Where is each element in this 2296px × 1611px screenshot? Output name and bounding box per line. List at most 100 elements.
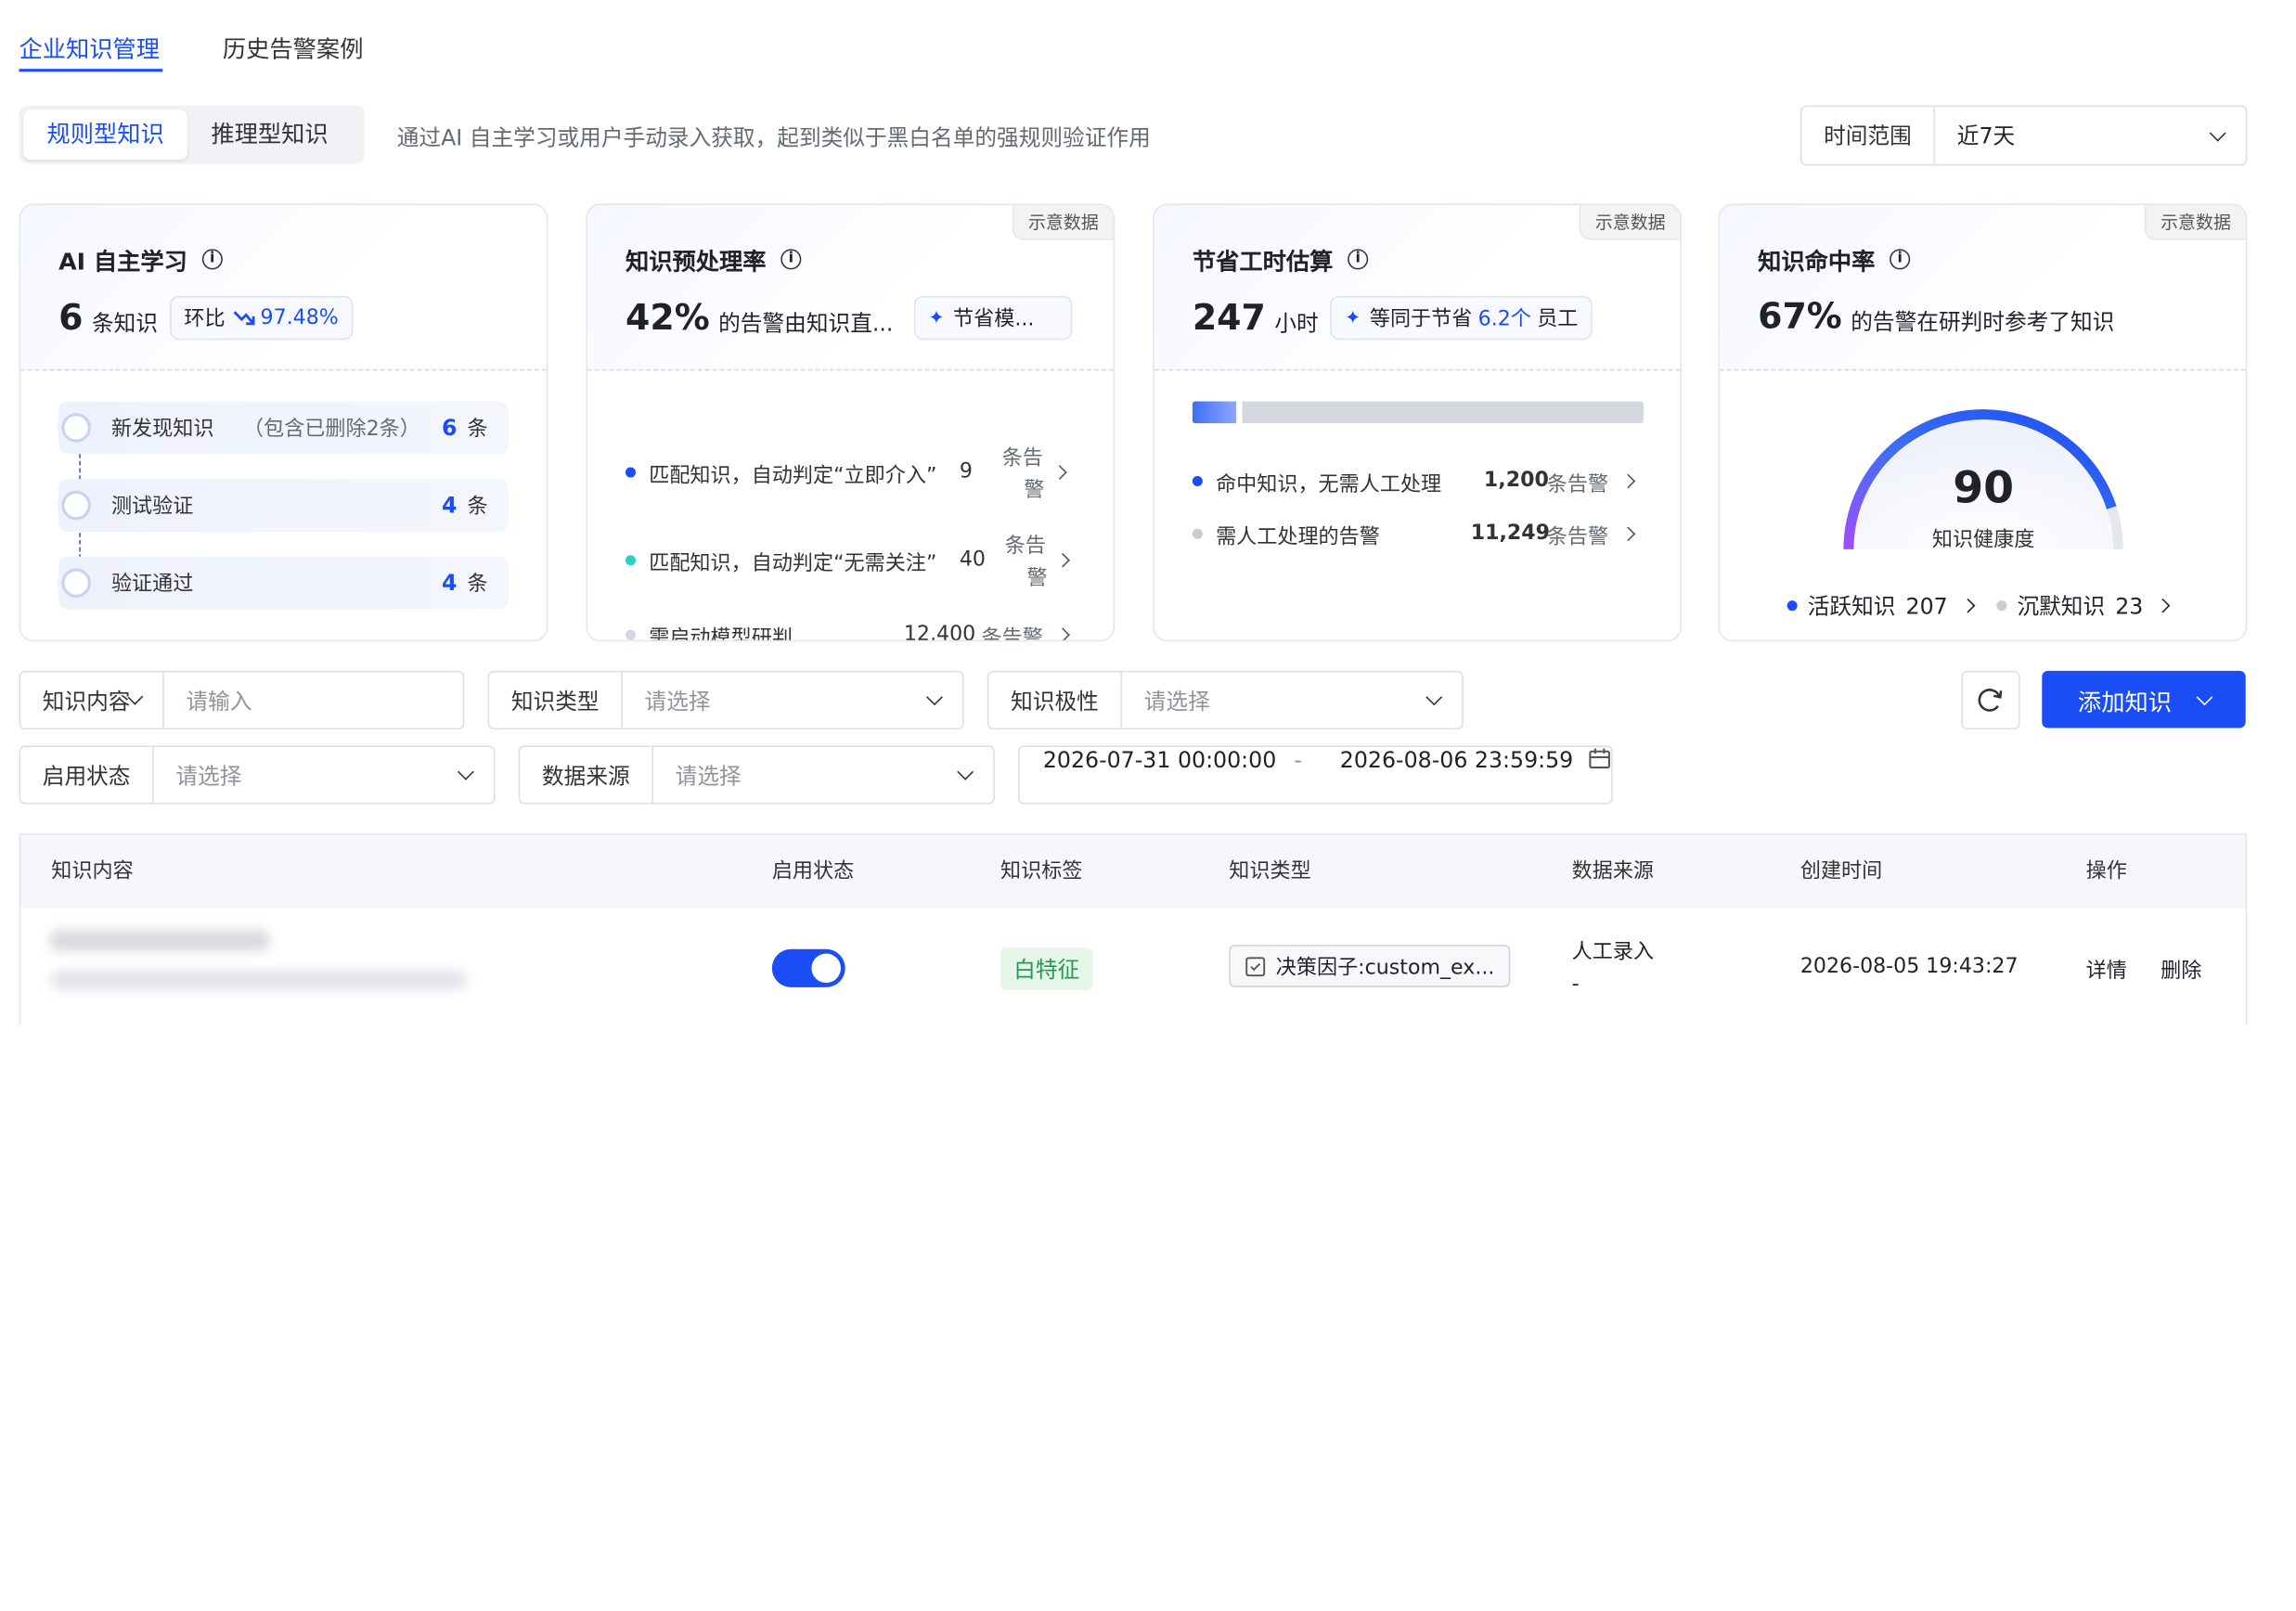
filter-polarity-select[interactable]: 知识极性 请选择 [987, 670, 1464, 730]
filter-content-input[interactable]: 请输入 [164, 672, 463, 728]
blurred-content [49, 971, 468, 989]
data-source-sub: - [1571, 973, 1580, 997]
date-end[interactable]: 2026-08-06 23:59:59 [1340, 747, 1573, 803]
filter-status-select[interactable]: 启用状态 请选择 [19, 745, 496, 805]
preprocess-item-intervene[interactable]: 匹配知识，自动判定“立即介入” 9 条告 警 [625, 443, 1074, 502]
legend-dot [1996, 600, 2007, 612]
legend-dot [625, 555, 637, 566]
trend-down-icon [233, 311, 255, 326]
chevron-down-icon [2209, 123, 2226, 141]
created-time: 2026-08-05 19:43:27 [1799, 955, 2019, 979]
segment-reasoning-knowledge[interactable]: 推理型知识 [187, 110, 352, 160]
step-ring-icon [61, 490, 91, 521]
knowledge-kind-segment: 规则型知识 推理型知识 [19, 105, 366, 164]
demo-data-badge: 示意数据 [1579, 204, 1681, 240]
page: 企业知识管理 历史告警案例 规则型知识 推理型知识 通过AI 自主学习或用户手动… [0, 0, 2296, 1611]
chevron-right-icon [1052, 465, 1067, 480]
calendar-icon [1589, 748, 1610, 769]
chevron-down-icon [1425, 689, 1443, 706]
tab-enterprise-knowledge[interactable]: 企业知识管理 [19, 30, 161, 65]
table-header: 知识内容 启用状态 知识标签 知识类型 数据来源 创建时间 操作 [19, 833, 2248, 909]
doc-check-icon [1245, 956, 1266, 976]
legend-dot [1192, 475, 1203, 487]
col-knowledge-content: 知识内容 [51, 859, 134, 883]
chevron-right-icon [1960, 598, 1975, 613]
staff-equivalent-badge: ✦ 等同于节省 6.2个 员工 [1330, 295, 1593, 341]
date-start[interactable]: 2026-07-31 00:00:00 [1043, 747, 1276, 803]
info-icon[interactable]: i [201, 249, 223, 270]
hit-rate-value: 67% [1758, 295, 1842, 338]
step-test-verify: 测试验证 4 条 [58, 479, 509, 532]
refresh-button[interactable] [1961, 670, 2020, 730]
segment-description: 通过AI 自主学习或用户手动录入获取，起到类似于黑白名单的强规则验证作用 [396, 124, 1151, 151]
chevron-right-icon [1620, 526, 1636, 542]
time-range-select[interactable]: 时间范围 近7天 [1799, 105, 2248, 166]
chevron-right-icon [1620, 473, 1636, 489]
info-icon[interactable]: i [1890, 249, 1911, 270]
sparkle-icon: ✦ [1345, 306, 1361, 329]
col-knowledge-type: 知识类型 [1229, 859, 1311, 883]
enabled-toggle[interactable] [771, 948, 845, 987]
preprocess-item-model[interactable]: 需启动模型研判 12,400 条告警 [625, 615, 1074, 640]
compare-badge: 环比 97.48% [169, 295, 354, 341]
preprocess-value: 42% [625, 297, 710, 339]
card-title: AI 自主学习 [58, 247, 187, 276]
step-ring-icon [61, 568, 91, 598]
filter-content-field-select[interactable]: 知识内容 [20, 672, 164, 728]
filter-source-select[interactable]: 数据来源 请选择 [518, 745, 995, 805]
time-saved-progress [1192, 401, 1644, 424]
blurred-content [49, 930, 270, 951]
filter-content: 知识内容 请输入 [19, 670, 465, 730]
tab-history-cases[interactable]: 历史告警案例 [223, 30, 364, 65]
col-enabled-status: 启用状态 [771, 859, 855, 883]
chevron-down-icon [458, 763, 474, 780]
card-preprocess-rate: 示意数据 知识预处理率 i 42% 的告警由知识直... ✦ 节省模... 匹配… [586, 203, 1116, 642]
card-title: 节省工时估算 [1192, 247, 1334, 276]
step-new-knowledge: 新发现知识 （包含已删除2条） 6 条 [58, 401, 509, 455]
data-source: 人工录入 [1571, 940, 1655, 964]
detail-link[interactable]: 详情 [2086, 955, 2127, 985]
progress-fill [1192, 401, 1242, 424]
info-icon[interactable]: i [780, 249, 802, 270]
filter-type-select[interactable]: 知识类型 请选择 [487, 670, 964, 730]
tab-active-indicator [19, 69, 163, 72]
time-item-manual[interactable]: 需人工处理的告警 11,249 条告警 [1192, 519, 1641, 551]
preprocess-item-ignore[interactable]: 匹配知识，自动判定“无需关注” 40 条告 警 [625, 530, 1074, 590]
refresh-icon [1978, 689, 2003, 712]
col-data-source: 数据来源 [1571, 859, 1655, 883]
table-row: 白特征 决策因子:custom_ex... 人工录入 - 2026-08-05 … [19, 907, 2248, 1025]
step-verified: 验证通过 4 条 [58, 556, 509, 610]
time-item-hit[interactable]: 命中知识，无需人工处理 1,200 条告警 [1192, 466, 1641, 498]
time-range-label: 时间范围 [1801, 107, 1936, 164]
legend-dot [625, 467, 637, 478]
chevron-down-icon [957, 763, 974, 780]
gauge-legend-active[interactable]: 活跃知识 207 [1786, 590, 1975, 621]
chevron-right-icon [1055, 552, 1070, 568]
ai-learning-value: 6 [58, 297, 84, 339]
add-knowledge-button[interactable]: 添加知识 [2042, 670, 2246, 728]
gauge-value: 90 [1953, 462, 2015, 515]
chevron-down-icon [926, 689, 943, 706]
gauge-legend-silent[interactable]: 沉默知识 23 [1996, 590, 2171, 621]
time-saved-value: 247 [1192, 297, 1266, 339]
col-actions: 操作 [2085, 859, 2127, 883]
date-range-picker[interactable]: 2026-07-31 00:00:00 - 2026-08-06 23:59:5… [1017, 745, 1613, 805]
col-knowledge-tag: 知识标签 [1000, 859, 1083, 883]
col-created-time: 创建时间 [1799, 859, 1883, 883]
segment-rule-knowledge[interactable]: 规则型知识 [23, 110, 188, 161]
card-hit-rate: 示意数据 知识命中率 i 67% 的告警在研判时参考了知识 90 知识健康度 活… [1718, 203, 2248, 642]
sparkle-icon: ✦ [928, 306, 945, 329]
legend-dot [1192, 528, 1203, 539]
type-chip: 决策因子:custom_ex... [1229, 945, 1511, 987]
card-title: 知识命中率 [1758, 247, 1876, 276]
time-range-value: 近7天 [1956, 122, 2016, 149]
card-ai-learning: AI 自主学习 i 6 条知识 环比 97.48% 新发现知识 （包含已删除2条… [19, 203, 548, 642]
info-icon[interactable]: i [1348, 249, 1369, 270]
ai-learning-unit: 条知识 [91, 309, 159, 337]
chevron-right-icon [1055, 627, 1070, 640]
delete-link[interactable]: 删除 [2161, 955, 2201, 985]
tag-badge: 白特征 [1000, 947, 1093, 990]
chevron-down-icon [2195, 688, 2212, 705]
card-title: 知识预处理率 [625, 247, 767, 276]
gauge-label: 知识健康度 [1931, 528, 2035, 553]
